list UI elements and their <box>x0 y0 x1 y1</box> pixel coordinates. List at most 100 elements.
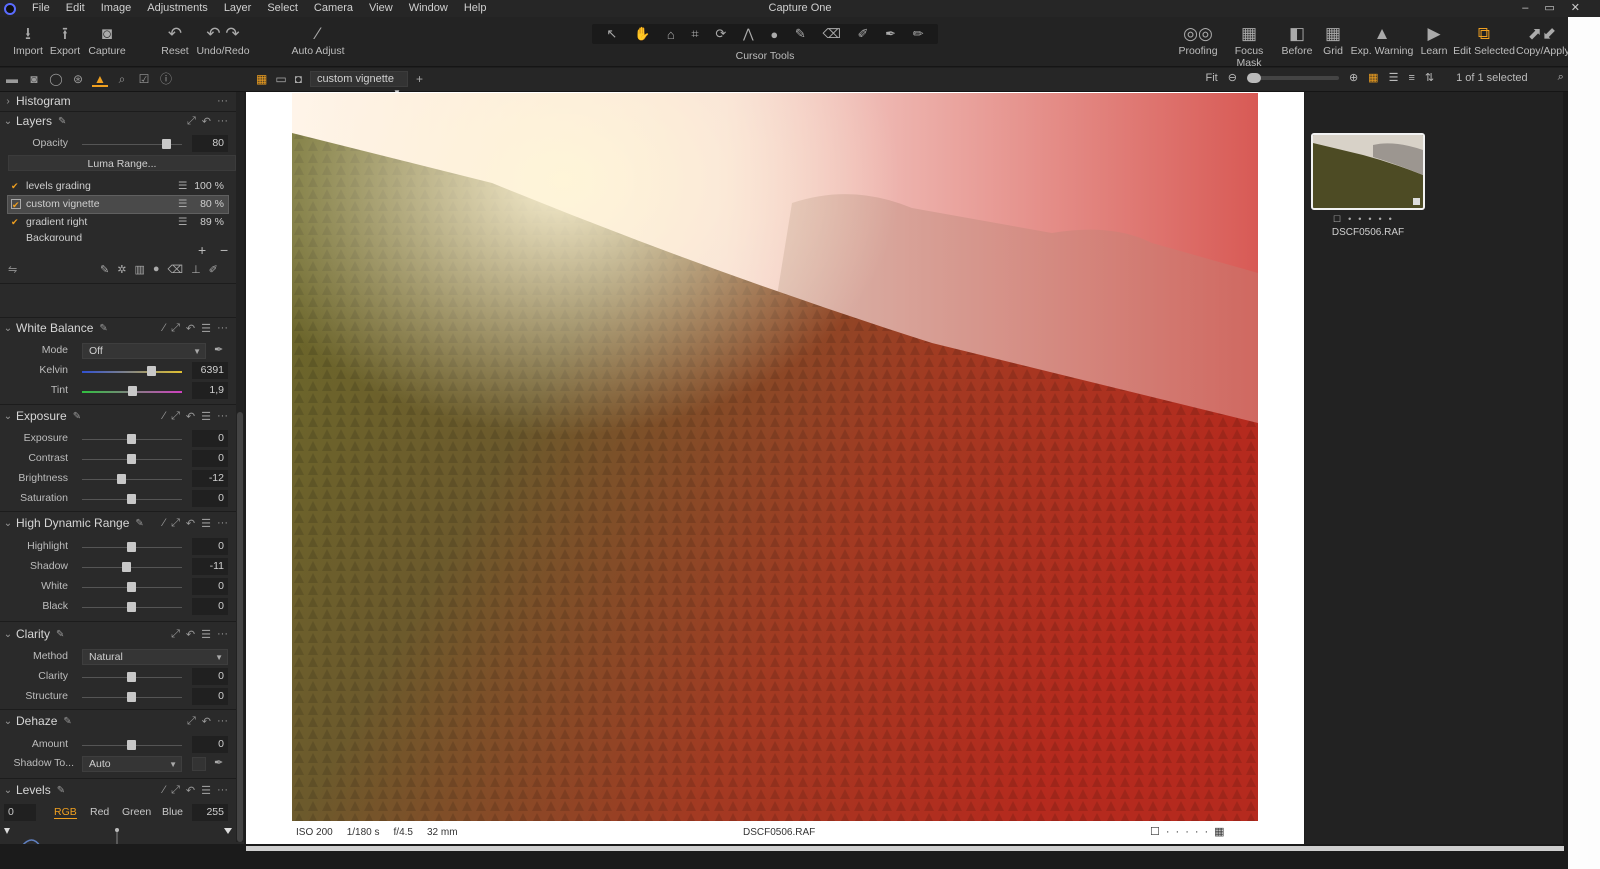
channel-rgb[interactable]: RGB <box>54 806 77 819</box>
menu-camera[interactable]: Camera <box>306 0 361 17</box>
more-icon[interactable]: ··· <box>217 784 228 797</box>
hdr-header[interactable]: ⌄ High Dynamic Range ✎ ⁄ ⤢ ↶ ☰ ··· <box>0 514 236 532</box>
highlight-value[interactable]: 0 <box>192 538 228 555</box>
kelvin-value[interactable]: 6391 <box>192 362 228 379</box>
eraser-icon[interactable]: ⌫ <box>822 26 840 42</box>
zoom-out-icon[interactable]: ⊖ <box>1228 71 1237 84</box>
zoom-fit-label[interactable]: Fit <box>1206 72 1218 84</box>
auto-adjust-button[interactable]: ⁄ Auto Adjust <box>288 23 348 57</box>
channel-red[interactable]: Red <box>90 806 109 818</box>
reset-icon[interactable]: ↶ <box>186 322 195 335</box>
zoom-slider-knob[interactable] <box>1246 72 1261 83</box>
hand-icon[interactable]: ✋ <box>634 26 650 42</box>
exposure-tab-icon[interactable]: ▲ <box>92 71 108 87</box>
more-icon[interactable]: ··· <box>217 628 228 641</box>
reset-icon[interactable]: ↶ <box>186 517 195 530</box>
layer-row-selected[interactable]: ✔ custom vignette ☰ 80 % <box>7 195 229 214</box>
saturation-value[interactable]: 0 <box>192 490 228 507</box>
opacity-value[interactable]: 80 <box>192 135 228 152</box>
checkbox-icon[interactable]: ✔ <box>11 181 21 191</box>
learn-button[interactable]: ▶ Learn <box>1418 23 1450 57</box>
reset-button[interactable]: ↶ Reset <box>158 23 192 57</box>
shadow-slider-knob[interactable] <box>122 562 131 572</box>
eyedropper-icon[interactable]: ✒ <box>214 343 223 356</box>
dehaze-header[interactable]: ⌄ Dehaze ✎ ⤢ ↶ ··· <box>0 712 236 730</box>
more-icon[interactable]: ··· <box>217 410 228 423</box>
rating-stars[interactable]: ☐·····▦ <box>1150 825 1231 838</box>
exposure-value[interactable]: 0 <box>192 430 228 447</box>
checkbox-icon[interactable]: ✔ <box>11 199 21 210</box>
remove-layer-icon[interactable]: − <box>220 242 228 258</box>
copy-apply-button[interactable]: ⬈⬋ Copy/Apply <box>1516 23 1570 57</box>
thumbnail[interactable] <box>1311 133 1425 210</box>
rotate-icon[interactable]: ⟳ <box>715 26 726 42</box>
histogram-header[interactable]: › Histogram ··· <box>0 92 236 110</box>
thumbnail-rating[interactable]: ☐••••• <box>1333 214 1399 225</box>
zoom-in-icon[interactable]: ⊕ <box>1349 71 1358 84</box>
minimize-button[interactable]: – <box>1522 0 1528 17</box>
menu-file[interactable]: File <box>24 0 58 17</box>
exposure-slider-knob[interactable] <box>127 434 136 444</box>
black-slider-knob[interactable] <box>127 602 136 612</box>
capture-tab-icon[interactable]: ◙ <box>26 71 42 87</box>
annotate-icon[interactable]: ✏ <box>913 26 924 42</box>
more-icon[interactable]: ··· <box>217 322 228 335</box>
undo-redo-button[interactable]: ↶ ↷ Undo/Redo <box>196 23 250 57</box>
filmstrip-view-icon[interactable]: ≡ <box>1408 72 1414 84</box>
clarity-header[interactable]: ⌄ Clarity ✎ ⤢ ↶ ☰ ··· <box>0 625 236 643</box>
export-button[interactable]: ⭱ Export <box>48 23 82 57</box>
tools-scrollbar-thumb[interactable] <box>237 412 243 842</box>
brightness-value[interactable]: -12 <box>192 470 228 487</box>
more-icon[interactable]: ··· <box>217 715 228 728</box>
keystone-icon[interactable]: ⋀ <box>743 26 754 42</box>
tint-slider-knob[interactable] <box>128 386 137 396</box>
spot-removal-icon[interactable]: ● <box>770 27 778 42</box>
image-viewer[interactable]: ISO 200 1/180 s f/4.5 32 mm DSCF0506.RAF… <box>246 92 1304 844</box>
kelvin-slider-knob[interactable] <box>147 366 156 376</box>
metadata-tab-icon[interactable]: ⓘ <box>158 71 174 87</box>
structure-value[interactable]: 0 <box>192 688 228 705</box>
menu-edit[interactable]: Edit <box>58 0 93 17</box>
tools-scrollbar[interactable] <box>236 92 244 842</box>
menu-image[interactable]: Image <box>93 0 140 17</box>
proofing-button[interactable]: ◎◎ Proofing <box>1176 23 1220 57</box>
presets-icon[interactable]: ☰ <box>201 322 211 335</box>
layer-row[interactable]: ✔ gradient right ☰ 89 % <box>8 214 228 231</box>
variant-icon[interactable]: ◘ <box>295 72 302 86</box>
import-button[interactable]: ⭳ Import <box>12 23 44 57</box>
color-tab-icon[interactable]: ⊛ <box>70 71 86 87</box>
clarity-slider-knob[interactable] <box>127 672 136 682</box>
menu-layer[interactable]: Layer <box>216 0 260 17</box>
channel-blue[interactable]: Blue <box>162 806 183 818</box>
layer-options-icon[interactable]: ⇋ <box>8 263 17 276</box>
presets-icon[interactable]: ☰ <box>201 517 211 530</box>
pen-icon[interactable]: ✐ <box>209 263 218 276</box>
stamp-icon[interactable]: ⊥ <box>191 263 201 276</box>
opacity-slider-knob[interactable] <box>162 139 171 149</box>
linear-gradient-icon[interactable]: ▥ <box>134 263 144 276</box>
reset-icon[interactable]: ↶ <box>186 628 195 641</box>
more-icon[interactable]: ··· <box>217 517 228 530</box>
more-icon[interactable]: ··· <box>217 115 228 128</box>
grid-button[interactable]: ▦ Grid <box>1318 23 1348 57</box>
contrast-slider-knob[interactable] <box>127 454 136 464</box>
details-tab-icon[interactable]: ⌕ <box>114 71 130 87</box>
zoom-slider[interactable] <box>1246 72 1339 83</box>
clarity-value[interactable]: 0 <box>192 668 228 685</box>
eraser-icon[interactable]: ⌫ <box>168 263 184 276</box>
menu-adjustments[interactable]: Adjustments <box>139 0 216 17</box>
presets-icon[interactable]: ☰ <box>201 628 211 641</box>
levels-header[interactable]: ⌄ Levels ✎ ⁄ ⤢ ↶ ☰ ··· <box>0 781 236 799</box>
lens-tab-icon[interactable]: ◯ <box>48 71 64 87</box>
dehaze-amount-slider-knob[interactable] <box>127 740 136 750</box>
white-value[interactable]: 0 <box>192 578 228 595</box>
add-layer-icon[interactable]: + <box>198 242 206 258</box>
adjustments-tab-icon[interactable]: ☑ <box>136 71 152 87</box>
picker-icon[interactable]: ⁄ <box>163 784 165 797</box>
main-photo[interactable] <box>292 93 1258 821</box>
multi-view-icon[interactable]: ▦ <box>256 72 267 86</box>
saturation-slider-knob[interactable] <box>127 494 136 504</box>
maximize-button[interactable]: ▭ <box>1544 0 1554 17</box>
add-icon[interactable]: + <box>416 72 423 86</box>
link-icon[interactable]: ⤢ <box>187 715 196 728</box>
